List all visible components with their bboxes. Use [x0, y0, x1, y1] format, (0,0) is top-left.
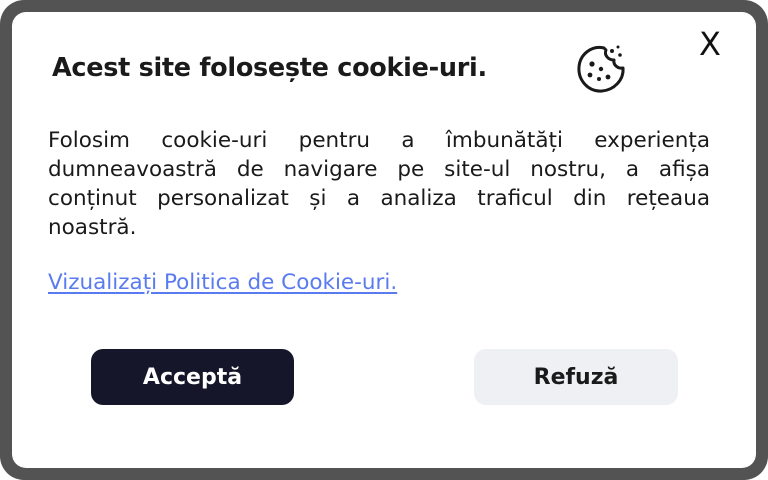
refuse-button[interactable]: Refuză: [474, 349, 678, 405]
close-button[interactable]: X: [692, 26, 728, 62]
cookie-policy-link[interactable]: Vizualizați Politica de Cookie-uri.: [48, 270, 397, 295]
accept-button[interactable]: Acceptă: [91, 349, 294, 405]
close-icon: X: [699, 25, 721, 63]
dialog-frame: Acest site folosește cookie-uri. X Folos…: [0, 0, 768, 480]
accept-button-label: Acceptă: [142, 364, 243, 390]
refuse-button-label: Refuză: [533, 364, 619, 390]
consent-description: Folosim cookie-uri pentru a îmbunătăți e…: [48, 128, 710, 240]
dialog-title: Acest site folosește cookie-uri.: [52, 53, 487, 83]
cookie-consent-dialog: Acest site folosește cookie-uri. X Folos…: [12, 12, 756, 468]
cookie-icon: [574, 42, 628, 96]
